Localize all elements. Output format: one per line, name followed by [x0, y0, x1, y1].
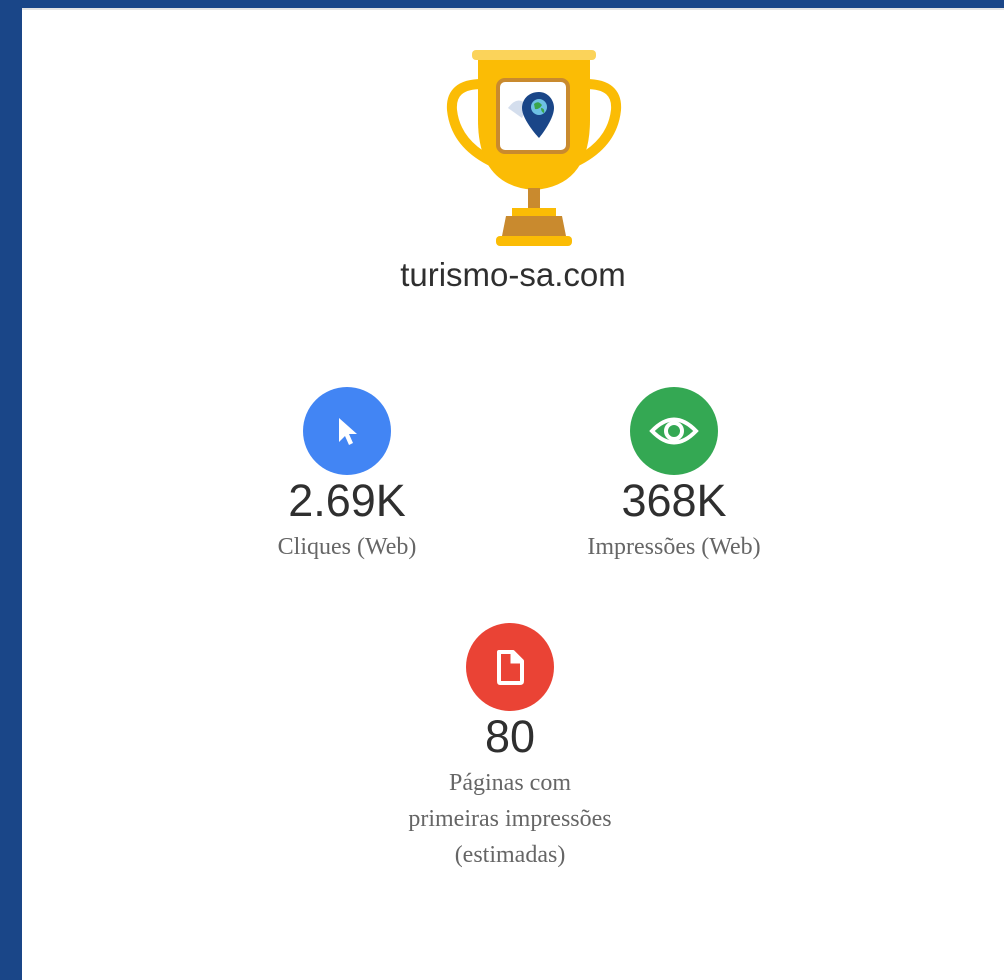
page-icon: [497, 650, 524, 685]
stat-impressions: 368K Impressões (Web): [554, 387, 794, 565]
pages-label-line: Páginas com: [449, 770, 571, 796]
clicks-label: Cliques (Web): [277, 534, 417, 560]
impressions-label: Impressões (Web): [587, 534, 761, 560]
pages-value: 80: [484, 711, 536, 762]
eye-icon: [649, 417, 699, 445]
cursor-icon: [339, 418, 357, 445]
achievement-card: turismo-sa.com 2.69K Cliques (Web) 368K …: [22, 8, 1004, 980]
pages-label-line: primeiras impressões: [408, 806, 612, 832]
impressions-value: 368K: [621, 475, 727, 526]
trophy-icon: [426, 48, 626, 258]
pages-label-line: (estimadas): [454, 842, 566, 868]
site-name: turismo-sa.com: [400, 256, 626, 293]
impressions-circle: [630, 387, 718, 475]
stat-clicks: 2.69K Cliques (Web): [227, 387, 467, 565]
clicks-circle: [303, 387, 391, 475]
pages-label: Páginas com primeiras impressões (estima…: [390, 765, 630, 873]
clicks-value: 2.69K: [288, 475, 406, 526]
stat-pages: 80 Páginas com primeiras impressões (est…: [390, 623, 630, 873]
pages-circle: [466, 623, 554, 711]
